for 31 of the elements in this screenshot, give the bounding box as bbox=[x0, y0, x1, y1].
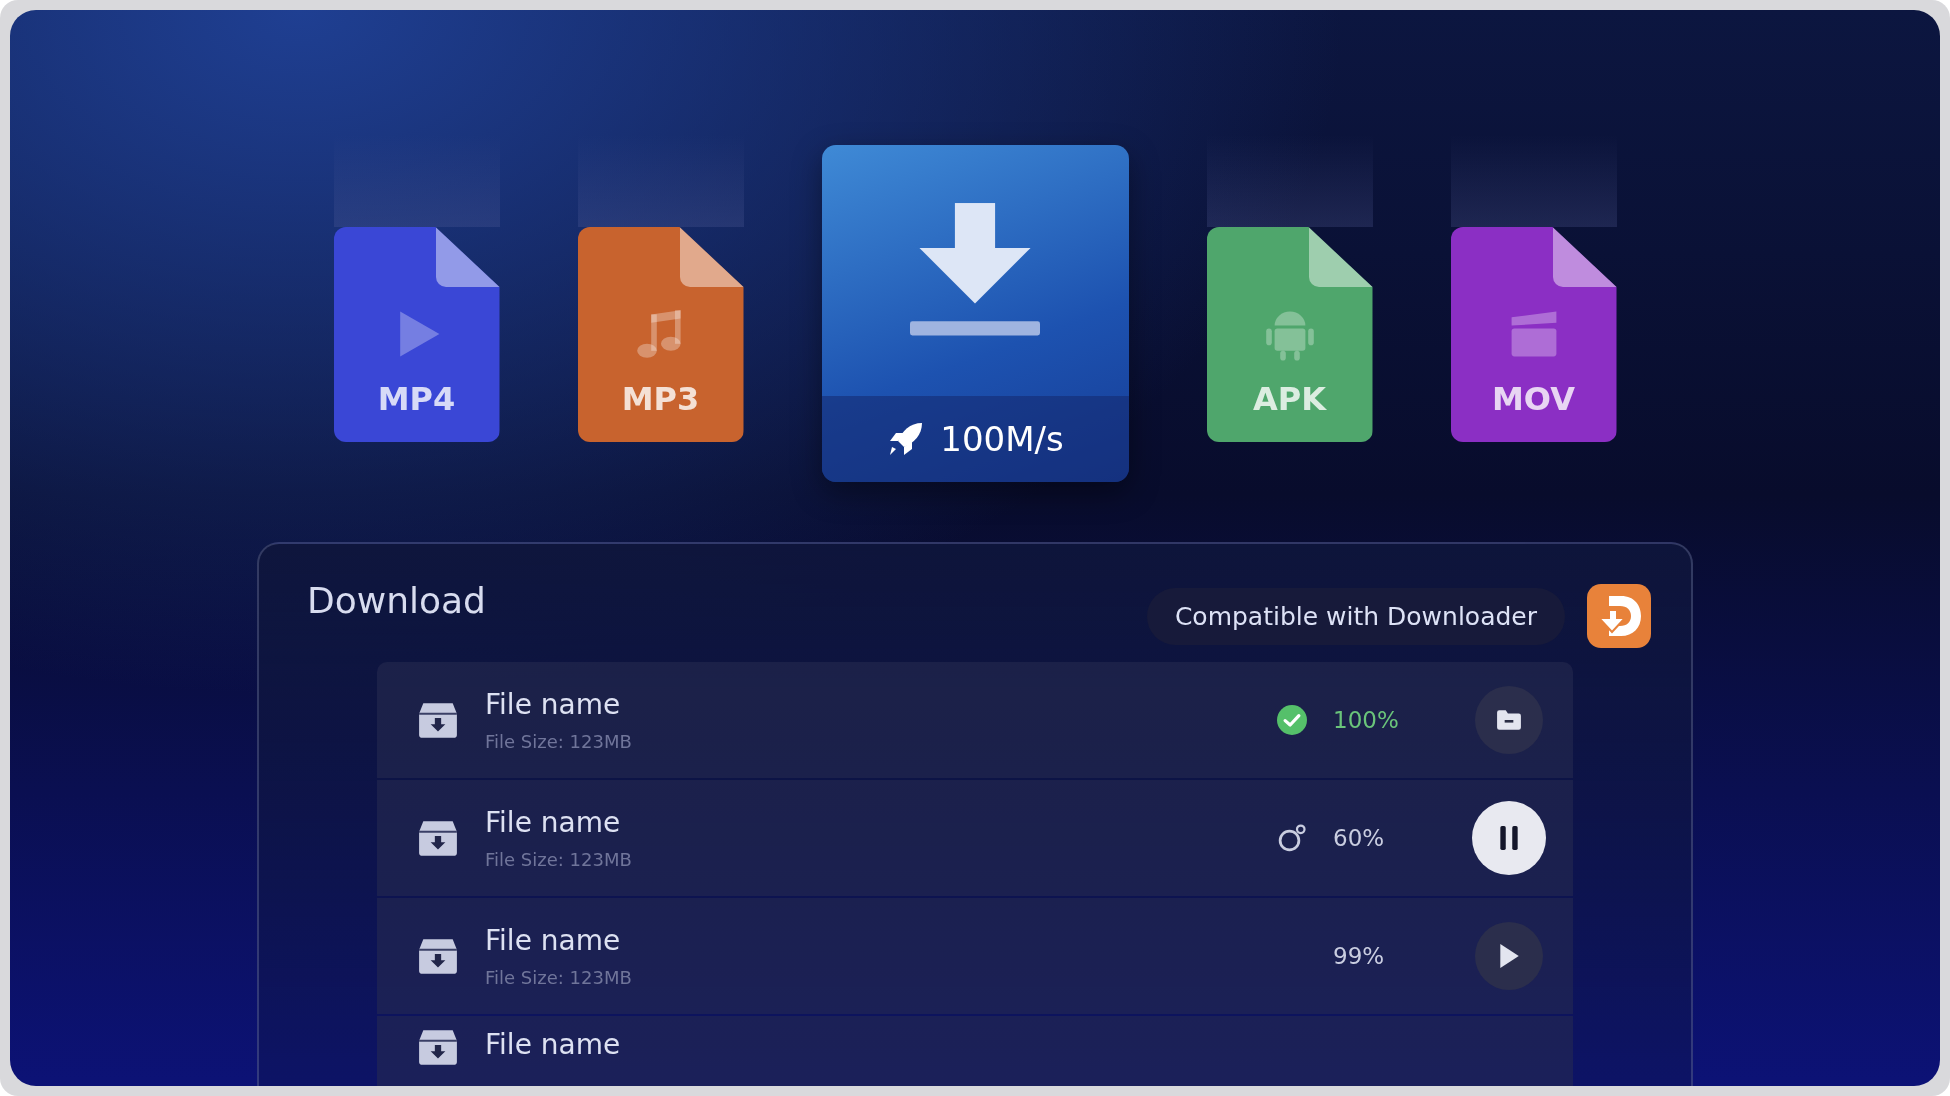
file-size: File Size: 123MB bbox=[485, 967, 633, 988]
progress-percent: 99% bbox=[1333, 943, 1386, 969]
folded-corner bbox=[1552, 227, 1617, 287]
file-type-label: MP4 bbox=[377, 380, 456, 418]
progress-percent: 60% bbox=[1333, 825, 1386, 851]
progress-percent: 100% bbox=[1333, 707, 1400, 733]
panel-title: Download bbox=[307, 580, 486, 621]
download-box-icon bbox=[417, 1028, 459, 1066]
folded-corner bbox=[1308, 227, 1373, 287]
download-box-icon bbox=[417, 701, 459, 739]
folder-icon bbox=[1496, 707, 1522, 733]
download-row[interactable]: File name bbox=[377, 1016, 1573, 1086]
file-type-label: MOV bbox=[1492, 380, 1575, 418]
file-type-label: APK bbox=[1253, 380, 1326, 418]
folded-corner bbox=[679, 227, 744, 287]
download-box-icon bbox=[417, 819, 459, 857]
file-name: File name bbox=[485, 806, 622, 839]
compatibility-badge: Compatible with Downloader bbox=[1146, 587, 1565, 645]
download-row[interactable]: File name File Size: 123MB 99% bbox=[377, 898, 1573, 1014]
app-logo-icon bbox=[1587, 584, 1651, 648]
file-type-label: MP3 bbox=[621, 380, 700, 418]
download-row[interactable]: File name File Size: 123MB 60% bbox=[377, 780, 1573, 896]
file-name: File name bbox=[485, 924, 622, 957]
download-box-icon bbox=[417, 937, 459, 975]
file-name: File name bbox=[485, 1028, 622, 1061]
download-row[interactable]: File name File Size: 123MB 100% bbox=[377, 662, 1573, 778]
folded-corner bbox=[435, 227, 500, 287]
file-size: File Size: 123MB bbox=[485, 731, 633, 752]
file-size: File Size: 123MB bbox=[485, 849, 633, 870]
speed-label: 100M/s bbox=[940, 419, 1064, 459]
file-name: File name bbox=[485, 688, 622, 721]
